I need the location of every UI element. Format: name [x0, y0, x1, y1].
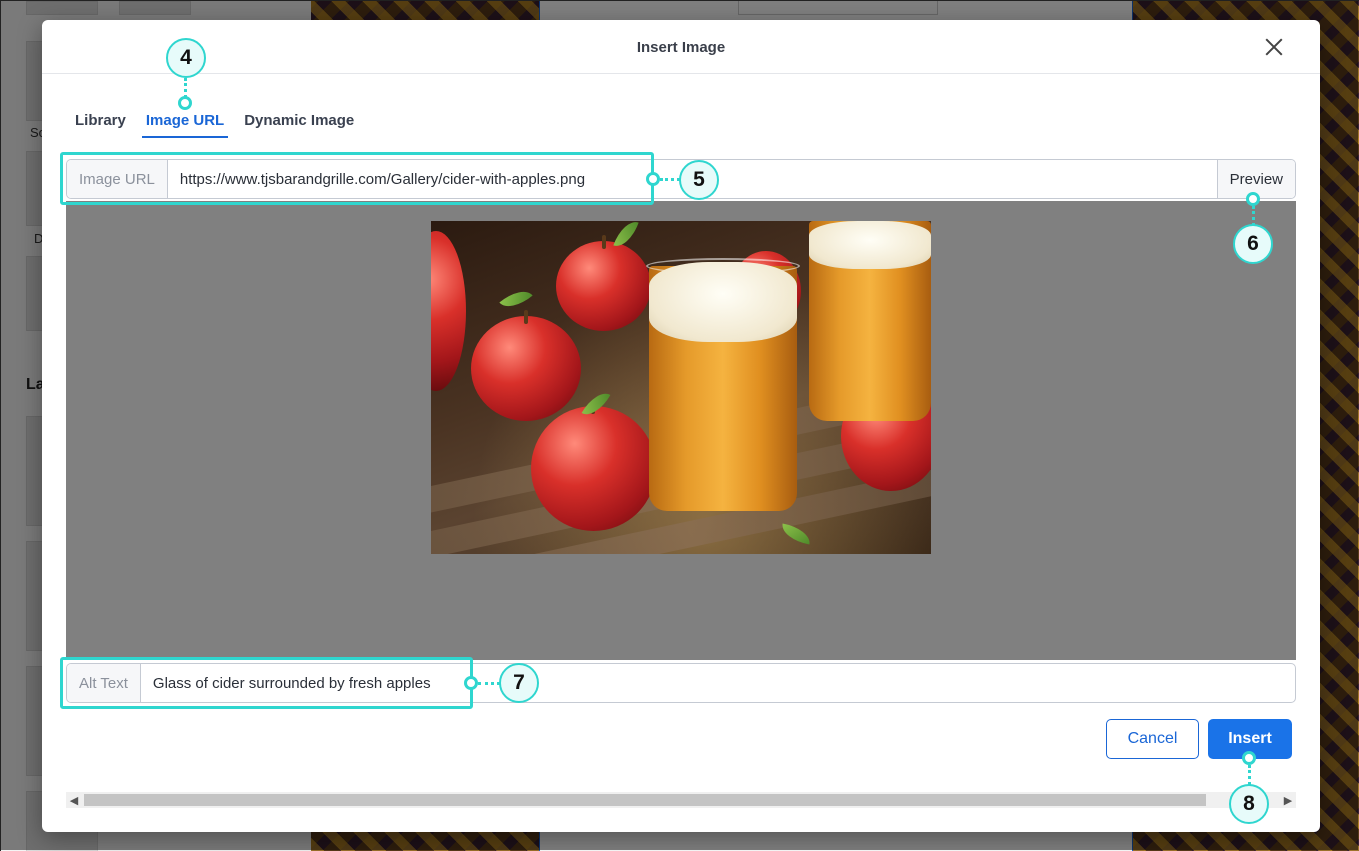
callout-connector: [1248, 765, 1251, 785]
callout-connector: [184, 78, 187, 98]
alt-text-input[interactable]: [140, 664, 1295, 702]
image-url-label: Image URL: [67, 160, 168, 198]
cider-glass-front: [646, 258, 800, 511]
close-icon[interactable]: [1264, 37, 1284, 57]
scroll-right-icon[interactable]: ▶: [1280, 792, 1296, 808]
callout-dot: [178, 96, 192, 110]
callout-dot: [1246, 192, 1260, 206]
callout-dot: [1242, 751, 1256, 765]
preview-image: [431, 221, 931, 554]
callout-badge: 4: [166, 38, 206, 78]
tab-image-url[interactable]: Image URL: [141, 110, 229, 138]
alt-text-label: Alt Text: [67, 664, 141, 702]
alt-text-group: Alt Text: [66, 663, 1296, 703]
callout-badge: 5: [679, 160, 719, 200]
apple: [471, 310, 581, 421]
horizontal-scrollbar[interactable]: ◀ ▶: [66, 792, 1296, 808]
callout-connector: [660, 178, 680, 181]
callout-badge: 8: [1229, 784, 1269, 824]
image-source-tabs: Library Image URL Dynamic Image: [71, 110, 370, 140]
insert-image-dialog: Insert Image Library Image URL Dynamic I…: [42, 20, 1320, 832]
callout-connector: [478, 682, 500, 685]
cider-glass-back: [809, 221, 931, 421]
dialog-header: Insert Image: [42, 20, 1320, 74]
apple: [556, 235, 651, 331]
cancel-button[interactable]: Cancel: [1106, 719, 1199, 759]
scroll-left-icon[interactable]: ◀: [66, 792, 82, 808]
callout-dot: [464, 676, 478, 690]
image-preview-area: [66, 201, 1296, 660]
dialog-title: Insert Image: [636, 39, 726, 56]
callout-connector: [1252, 206, 1255, 226]
callout-badge: 6: [1233, 224, 1273, 264]
callout-badge: 7: [499, 663, 539, 703]
tab-dynamic-image[interactable]: Dynamic Image: [240, 110, 358, 138]
apple: [431, 231, 466, 391]
tab-library[interactable]: Library: [71, 110, 130, 138]
scrollbar-thumb[interactable]: [84, 794, 1206, 806]
apple: [531, 400, 656, 531]
callout-dot: [646, 172, 660, 186]
apple-leaf: [779, 523, 813, 545]
